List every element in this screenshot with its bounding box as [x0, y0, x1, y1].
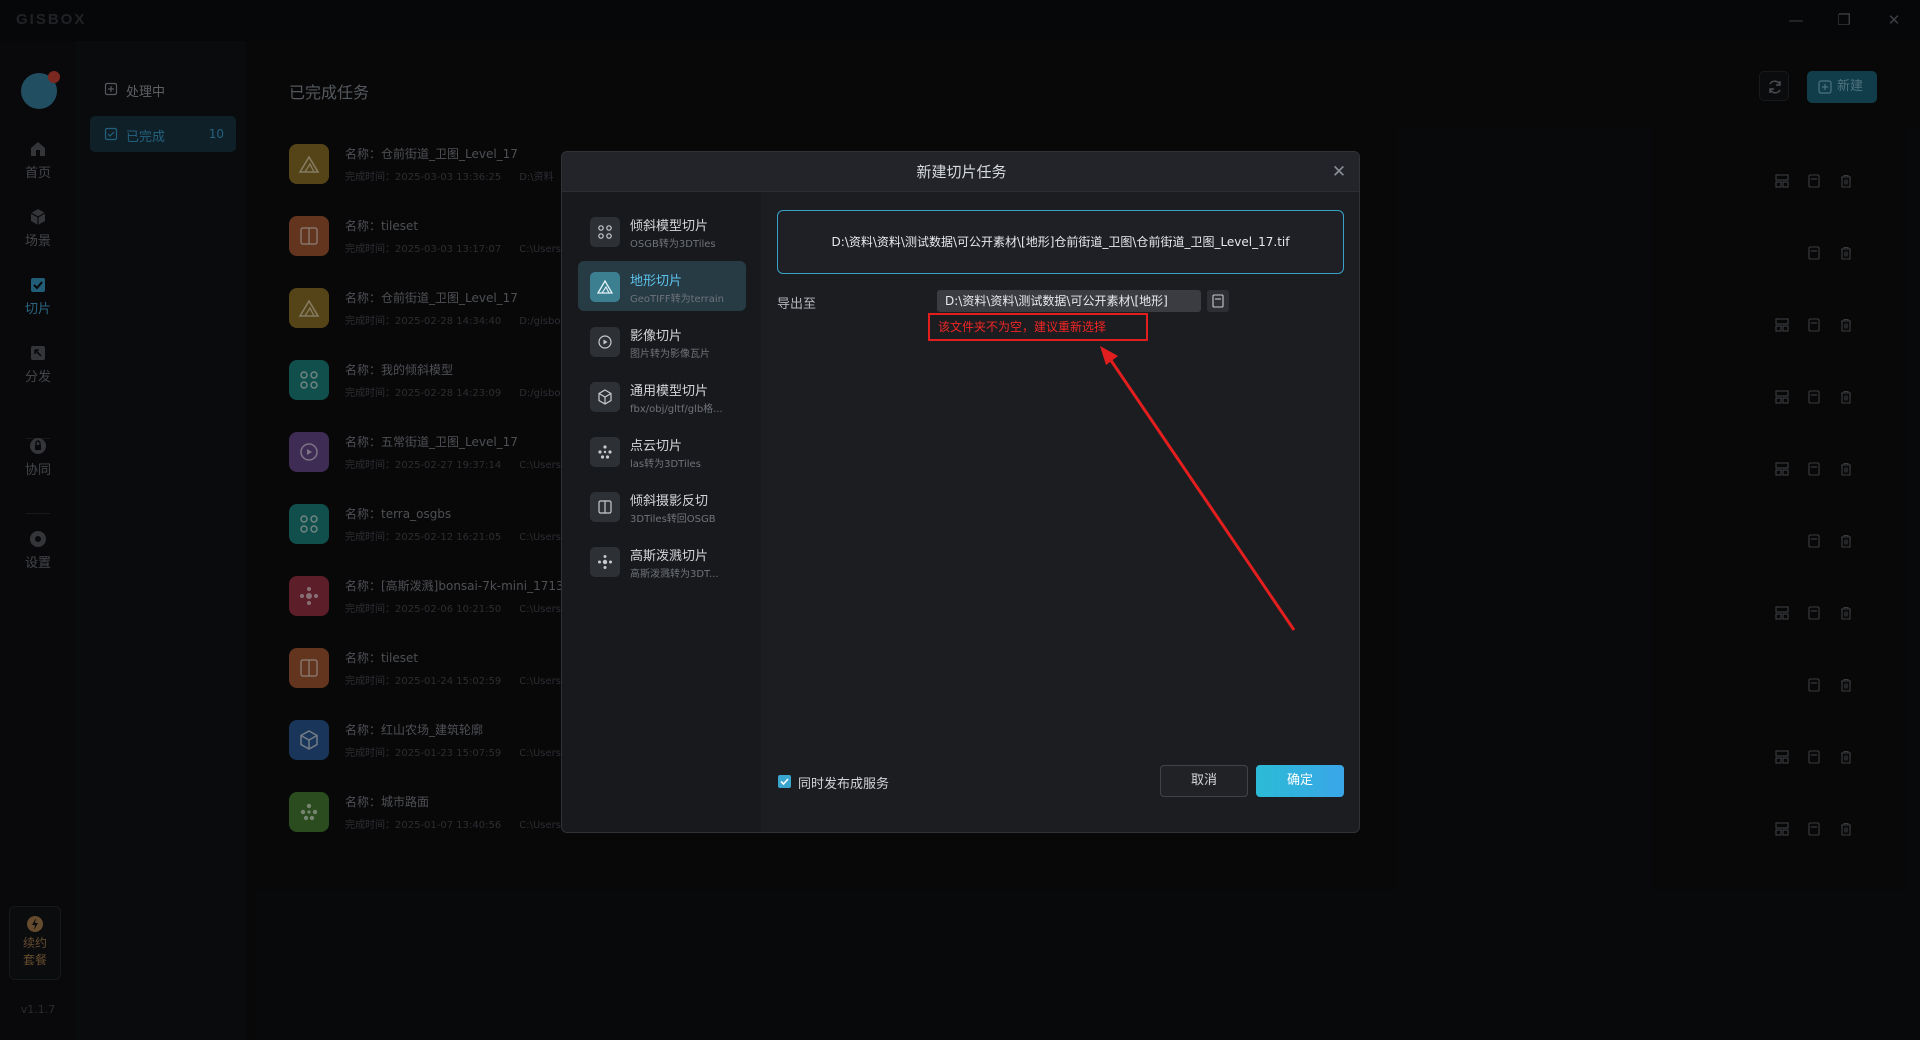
type-terrain[interactable]: 地形切片 GeoTIFF转为terrain [578, 261, 746, 311]
box-model-icon [590, 382, 620, 412]
check-icon [780, 778, 789, 786]
imagery-icon [590, 327, 620, 357]
type-title: 高斯泼溅切片 [630, 549, 709, 564]
type-subtitle: OSGB转为3DTiles [630, 239, 716, 250]
confirm-button[interactable]: 确定 [1256, 765, 1344, 797]
type-subtitle: 高斯泼溅转为3DT... [630, 569, 719, 580]
gaussian-splat-icon [590, 547, 620, 577]
type-subtitle: las转为3DTiles [630, 459, 701, 470]
reverse-icon [590, 492, 620, 522]
cancel-button[interactable]: 取消 [1160, 765, 1248, 797]
type-title: 影像切片 [630, 329, 683, 344]
export-label: 导出至 [777, 297, 817, 312]
type-title: 倾斜模型切片 [630, 219, 709, 234]
type-oblique-model[interactable]: 倾斜模型切片 OSGB转为3DTiles [578, 206, 746, 256]
export-path-input[interactable]: D:\资料\资料\测试数据\可公开素材\[地形] [937, 290, 1201, 312]
dialog-title: 新建切片任务 [916, 163, 1007, 181]
point-cloud-icon [590, 437, 620, 467]
browse-folder-button[interactable] [1207, 290, 1229, 312]
terrain-icon [590, 272, 620, 302]
folder-not-empty-warning: 该文件夹不为空，建议重新选择 [928, 313, 1148, 341]
type-title: 倾斜摄影反切 [630, 494, 709, 509]
publish-label[interactable]: 同时发布成服务 [798, 773, 889, 792]
type-subtitle: fbx/obj/gltf/glb格... [630, 404, 723, 415]
type-point-cloud[interactable]: 点云切片 las转为3DTiles [578, 426, 746, 476]
type-subtitle: 图片转为影像瓦片 [630, 349, 710, 360]
source-file-dropzone[interactable]: D:\资料\资料\测试数据\可公开素材\[地形]仓前街道_卫图\仓前街道_卫图_… [777, 210, 1344, 274]
type-oblique-reverse[interactable]: 倾斜摄影反切 3DTiles转回OSGB [578, 481, 746, 531]
type-title: 地形切片 [630, 274, 683, 289]
folder-icon [1212, 294, 1224, 308]
close-icon[interactable]: ✕ [1329, 152, 1349, 192]
type-gaussian-splat[interactable]: 高斯泼溅切片 高斯泼溅转为3DT... [578, 536, 746, 586]
type-title: 点云切片 [630, 439, 683, 454]
oblique-model-icon [590, 217, 620, 247]
new-slice-task-dialog: 新建切片任务 ✕ 倾斜模型切片 OSGB转为3DTiles 地形切片 GeoTI… [561, 151, 1360, 833]
dialog-header: 新建切片任务 ✕ [562, 152, 1359, 192]
type-general-model[interactable]: 通用模型切片 fbx/obj/gltf/glb格... [578, 371, 746, 421]
slice-type-list: 倾斜模型切片 OSGB转为3DTiles 地形切片 GeoTIFF转为terra… [562, 192, 761, 832]
type-imagery[interactable]: 影像切片 图片转为影像瓦片 [578, 316, 746, 366]
type-subtitle: GeoTIFF转为terrain [630, 294, 724, 305]
publish-checkbox[interactable] [778, 775, 791, 788]
type-subtitle: 3DTiles转回OSGB [630, 514, 716, 525]
type-title: 通用模型切片 [630, 384, 709, 399]
